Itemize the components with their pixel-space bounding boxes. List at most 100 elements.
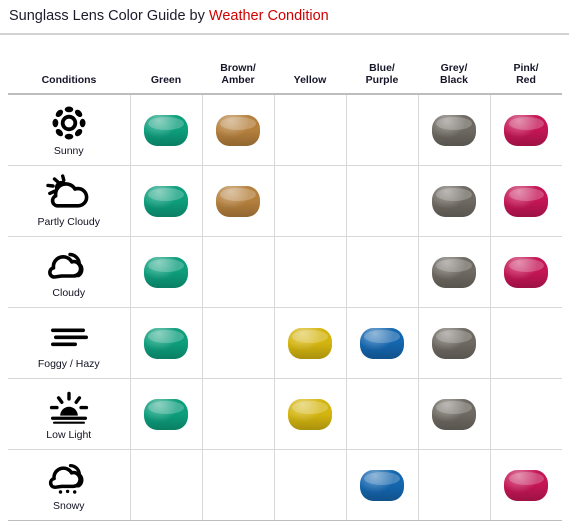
lens-swatch-grey (432, 185, 476, 217)
cell-snowy-brown (201, 449, 274, 521)
condition-cell-cloudy: Cloudy (8, 236, 130, 308)
cell-low-light-brown (201, 378, 274, 450)
column-header-grey-l2: Black (439, 74, 469, 86)
cell-low-light-blue (345, 378, 418, 450)
condition-label: Sunny (53, 145, 84, 157)
lens-swatch-grey (432, 256, 476, 288)
cell-foggy-hazy-grey (417, 307, 490, 379)
cell-cloudy-brown (201, 236, 274, 308)
column-header-pink-red: Pink/ Red (490, 52, 562, 95)
lens-swatch-green (144, 256, 188, 288)
table-row: Sunny (8, 94, 562, 166)
lens-swatch-grey (432, 398, 476, 430)
column-header-pink-l1: Pink/ (513, 62, 539, 74)
column-header-blue-l1: Blue/ (369, 62, 395, 74)
lens-swatch-grey (432, 114, 476, 146)
column-header-yellow: Yellow (274, 52, 346, 95)
cell-cloudy-green (129, 236, 202, 308)
table-row: Cloudy (8, 236, 562, 308)
table-row: Foggy / Hazy (8, 307, 562, 379)
cell-low-light-green (129, 378, 202, 450)
table-row: Snowy (8, 449, 562, 521)
condition-label: Cloudy (52, 287, 86, 299)
lens-swatch-brown (216, 185, 260, 217)
column-header-yellow-l1: Yellow (293, 74, 327, 86)
lens-guide-table: Conditions Green Brown/ Amber Yellow Blu… (8, 52, 562, 521)
column-header-brown-l1: Brown/ (220, 62, 256, 74)
title-divider (0, 33, 569, 35)
lens-color-guide-page: Sunglass Lens Color Guide by Weather Con… (0, 0, 569, 521)
cell-partly-cloudy-green (129, 165, 202, 237)
column-header-conditions-l1: Conditions (41, 74, 97, 86)
condition-cell-foggy-hazy: Foggy / Hazy (8, 307, 130, 379)
cell-foggy-hazy-pink (489, 307, 562, 379)
cell-snowy-pink (489, 449, 562, 521)
lens-swatch-yellow (288, 327, 332, 359)
cell-sunny-pink (489, 94, 562, 166)
column-header-brown-amber: Brown/ Amber (202, 52, 274, 95)
cell-sunny-grey (417, 94, 490, 166)
page-title: Sunglass Lens Color Guide by Weather Con… (0, 0, 569, 25)
cell-sunny-blue (345, 94, 418, 166)
cell-partly-cloudy-grey (417, 165, 490, 237)
cell-foggy-hazy-green (129, 307, 202, 379)
cloud-icon (40, 245, 98, 285)
column-header-blue-purple: Blue/ Purple (346, 52, 418, 95)
column-header-grey-black: Grey/ Black (418, 52, 490, 95)
cell-foggy-hazy-blue (345, 307, 418, 379)
cell-partly-cloudy-yellow (273, 165, 346, 237)
table-header-row: Conditions Green Brown/ Amber Yellow Blu… (8, 52, 562, 95)
lens-swatch-yellow (288, 398, 332, 430)
lens-swatch-green (144, 114, 188, 146)
column-header-green-l1: Green (150, 74, 182, 86)
cell-cloudy-pink (489, 236, 562, 308)
column-header-conditions: Conditions (8, 52, 130, 95)
lens-swatch-blue (360, 327, 404, 359)
lens-swatch-pink (504, 256, 549, 288)
table-body: Sunny Partly Cloudy Cloudy Foggy / Hazy … (8, 94, 562, 521)
condition-cell-sunny: Sunny (8, 94, 130, 166)
cell-cloudy-yellow (273, 236, 346, 308)
cell-snowy-grey (417, 449, 490, 521)
cell-low-light-grey (417, 378, 490, 450)
lens-swatch-grey (432, 327, 476, 359)
condition-cell-snowy: Snowy (8, 449, 130, 521)
sunset-icon (40, 387, 98, 427)
table-row: Low Light (8, 378, 562, 450)
table-row: Partly Cloudy (8, 165, 562, 237)
page-title-accent: Weather Condition (208, 8, 329, 24)
cell-sunny-brown (201, 94, 274, 166)
cell-partly-cloudy-blue (345, 165, 418, 237)
cell-cloudy-blue (345, 236, 418, 308)
guide-table-wrapper: Conditions Green Brown/ Amber Yellow Blu… (8, 52, 562, 521)
lens-swatch-green (144, 327, 188, 359)
cell-partly-cloudy-brown (201, 165, 274, 237)
cell-sunny-yellow (273, 94, 346, 166)
column-header-blue-l2: Purple (365, 74, 399, 86)
sun-icon (40, 103, 98, 143)
cell-cloudy-grey (417, 236, 490, 308)
table-header: Conditions Green Brown/ Amber Yellow Blu… (8, 52, 562, 95)
lens-swatch-pink (504, 469, 549, 501)
column-header-brown-l2: Amber (221, 74, 255, 86)
cell-foggy-hazy-yellow (273, 307, 346, 379)
cell-sunny-green (129, 94, 202, 166)
condition-label: Snowy (52, 500, 85, 512)
condition-label: Foggy / Hazy (37, 358, 100, 370)
lens-swatch-brown (216, 114, 260, 146)
cell-low-light-yellow (273, 378, 346, 450)
column-header-pink-l2: Red (516, 74, 536, 86)
lens-swatch-blue (360, 469, 404, 501)
fog-bars-icon (40, 316, 98, 356)
page-title-main: Sunglass Lens Color Guide by (9, 8, 209, 24)
lens-swatch-green (144, 185, 188, 217)
column-header-green: Green (130, 52, 202, 95)
column-header-grey-l1: Grey/ (440, 62, 468, 74)
cell-partly-cloudy-pink (489, 165, 562, 237)
cell-foggy-hazy-brown (201, 307, 274, 379)
cell-snowy-green (129, 449, 202, 521)
cell-snowy-blue (345, 449, 418, 521)
cell-snowy-yellow (273, 449, 346, 521)
lens-swatch-pink (504, 114, 549, 146)
snow-cloud-icon (40, 458, 98, 498)
